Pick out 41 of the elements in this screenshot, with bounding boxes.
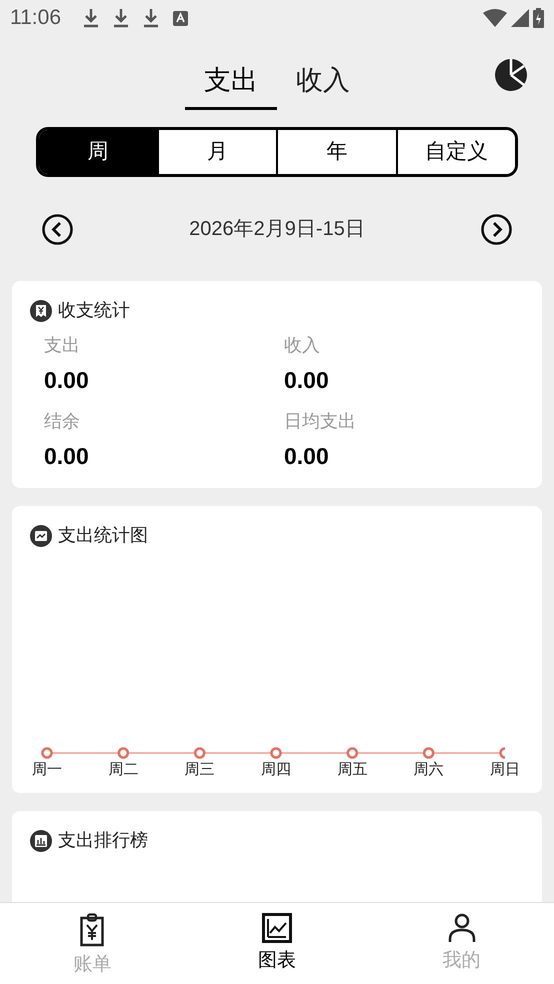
wifi-icon [483,9,507,27]
line-chart-icon [262,913,292,943]
download-icon [113,8,129,28]
card-title: 支出排行榜 [58,829,148,852]
axis-label: 周一 [32,760,62,780]
battery-icon [533,8,544,28]
download-icon [143,8,159,28]
nav-tab[interactable]: 图表 [184,903,370,984]
keyboard-app-icon [173,10,188,26]
stat-label: 支出 [44,334,81,357]
date-range: 2026年2月9日-15日 [189,217,365,242]
axis-label: 周五 [337,760,368,780]
pie-chart-icon[interactable] [494,58,528,92]
signal-icon [511,9,529,27]
previous-icon[interactable] [42,214,73,244]
stat-value: 0.00 [284,366,330,395]
stat-value: 0.00 [44,366,90,395]
next-icon[interactable] [481,214,512,244]
stat-value: 0.00 [44,442,90,471]
card-title: 收支统计 [58,299,130,322]
stat-label: 日均支出 [284,410,357,433]
axis-label: 周二 [108,760,138,780]
status-time: 11:06 [10,5,61,32]
axis-label: 周六 [414,760,444,780]
stat-value: 0.00 [284,442,330,471]
axis-label: 周日 [490,760,520,780]
chart-icon [30,524,52,546]
period-tab[interactable]: 周 [39,130,156,174]
period-tab[interactable]: 自定义 [396,130,515,174]
stat-label: 收入 [284,334,321,357]
card-title: 支出统计图 [58,524,148,547]
type-tab[interactable]: 收入 [277,54,369,110]
clipboard-yen-icon [80,913,104,947]
axis-label: 周四 [261,760,291,780]
stat-label: 结余 [44,410,81,433]
yen-receipt-icon [30,300,52,322]
user-icon [446,913,477,943]
type-tab[interactable]: 支出 [185,54,277,110]
axis-label: 周三 [184,760,215,780]
bar-chart-icon [30,830,52,852]
download-icon [83,8,99,28]
